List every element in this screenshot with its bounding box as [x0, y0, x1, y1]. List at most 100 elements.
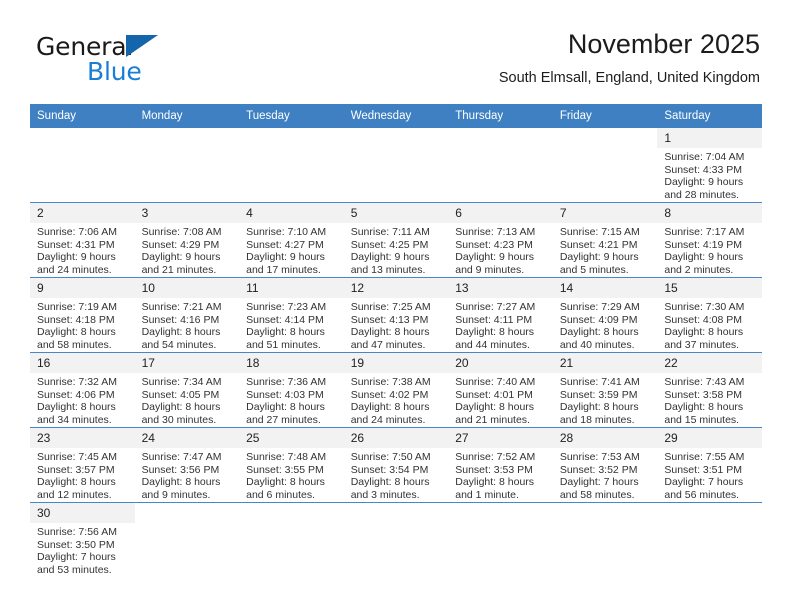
day-info-daylight2: and 15 minutes.	[664, 413, 740, 426]
day-info-sunrise: Sunrise: 7:32 AM	[37, 376, 117, 388]
day-info-sunset: Sunset: 4:01 PM	[455, 388, 533, 401]
day-cell-content: 12 Sunrise: 7:25 AM Sunset: 4:13 PM Dayligh…	[343, 278, 449, 352]
day-info-daylight1: Daylight: 7 hours	[559, 476, 639, 489]
day-sun-info: Sunrise: 7:52 AM Sunset: 3:53 PM Daylight:…	[448, 448, 553, 501]
day-info-daylight2: and 12 minutes.	[37, 488, 112, 501]
calendar-cell-empty	[343, 128, 449, 203]
calendar-day-cell[interactable]: 8 Sunrise: 7:17 AM Sunset: 4:19 PM Daylight…	[657, 202, 762, 278]
day-info-daylight2: and 30 minutes.	[141, 413, 217, 426]
day-cell-content: 7 Sunrise: 7:15 AM Sunset: 4:21 PM Daylight…	[552, 203, 658, 277]
day-info-daylight1: Daylight: 9 hours	[455, 251, 535, 264]
calendar-day-cell[interactable]: 13 Sunrise: 7:27 AM Sunset: 4:11 PM Dayligh…	[448, 277, 553, 353]
day-info-sunset: Sunset: 4:05 PM	[141, 388, 220, 401]
day-info-sunset: Sunset: 4:23 PM	[455, 238, 533, 251]
weekday-header-monday: Monday	[134, 104, 240, 128]
calendar-day-cell[interactable]: 28 Sunrise: 7:53 AM Sunset: 3:52 PM Dayligh…	[552, 427, 658, 503]
page-header: General Blue November 2025 South Elmsall…	[32, 28, 760, 96]
calendar-day-cell[interactable]: 14 Sunrise: 7:29 AM Sunset: 4:09 PM Dayligh…	[552, 277, 658, 353]
day-info-daylight2: and 58 minutes.	[559, 488, 635, 501]
day-info-daylight2: and 9 minutes.	[455, 263, 525, 276]
day-info-sunrise: Sunrise: 7:43 AM	[664, 376, 745, 388]
calendar-day-cell[interactable]: 22 Sunrise: 7:43 AM Sunset: 3:58 PM Dayligh…	[657, 352, 762, 428]
day-sun-info: Sunrise: 7:55 AM Sunset: 3:51 PM Daylight:…	[657, 448, 762, 501]
day-number: 22	[657, 353, 762, 373]
calendar-day-cell[interactable]: 20 Sunrise: 7:40 AM Sunset: 4:01 PM Dayligh…	[448, 352, 553, 428]
calendar-day-cell[interactable]: 9 Sunrise: 7:19 AM Sunset: 4:18 PM Daylight…	[30, 277, 135, 353]
day-sun-info: Sunrise: 7:04 AM Sunset: 4:33 PM Daylight:…	[657, 148, 762, 201]
calendar-day-cell[interactable]: 17 Sunrise: 7:34 AM Sunset: 4:05 PM Dayligh…	[134, 352, 240, 428]
day-info-sunrise: Sunrise: 7:15 AM	[559, 226, 640, 238]
day-sun-info: Sunrise: 7:40 AM Sunset: 4:01 PM Daylight:…	[448, 373, 553, 426]
calendar-cell-empty	[30, 128, 135, 203]
day-cell-content: 11 Sunrise: 7:23 AM Sunset: 4:14 PM Dayligh…	[239, 278, 344, 352]
calendar-day-cell[interactable]: 5 Sunrise: 7:11 AM Sunset: 4:25 PM Daylight…	[343, 202, 449, 278]
day-info-daylight1: Daylight: 8 hours	[37, 326, 116, 339]
calendar-cell-empty	[552, 128, 658, 203]
day-info-sunset: Sunset: 4:33 PM	[664, 163, 743, 176]
day-info-daylight2: and 37 minutes.	[664, 338, 740, 351]
day-number: 12	[343, 278, 449, 298]
calendar-cell-empty	[239, 128, 344, 203]
day-info-sunset: Sunset: 4:25 PM	[350, 238, 429, 251]
day-info-daylight1: Daylight: 8 hours	[664, 326, 744, 339]
day-sun-info: Sunrise: 7:23 AM Sunset: 4:14 PM Daylight:…	[239, 298, 344, 351]
calendar-day-cell[interactable]: 11 Sunrise: 7:23 AM Sunset: 4:14 PM Dayligh…	[239, 277, 344, 353]
calendar-day-cell[interactable]: 21 Sunrise: 7:41 AM Sunset: 3:59 PM Dayligh…	[552, 352, 658, 428]
day-number: 13	[448, 278, 553, 298]
calendar-day-cell[interactable]: 4 Sunrise: 7:10 AM Sunset: 4:27 PM Daylight…	[239, 202, 344, 278]
calendar-cell-empty	[239, 502, 344, 577]
day-info-daylight1: Daylight: 8 hours	[559, 401, 639, 414]
day-sun-info: Sunrise: 7:45 AM Sunset: 3:57 PM Daylight:…	[30, 448, 135, 501]
day-info-sunrise: Sunrise: 7:48 AM	[246, 451, 327, 463]
calendar-day-cell[interactable]: 18 Sunrise: 7:36 AM Sunset: 4:03 PM Dayligh…	[239, 352, 344, 428]
day-number: 8	[657, 203, 762, 223]
day-info-sunrise: Sunrise: 7:23 AM	[246, 301, 327, 313]
general-blue-logo: General Blue	[32, 32, 222, 90]
day-cell-content: 19 Sunrise: 7:38 AM Sunset: 4:02 PM Dayligh…	[343, 353, 449, 427]
day-sun-info: Sunrise: 7:48 AM Sunset: 3:55 PM Daylight:…	[239, 448, 344, 501]
day-cell-content: 16 Sunrise: 7:32 AM Sunset: 4:06 PM Dayligh…	[30, 353, 135, 427]
day-info-sunset: Sunset: 4:29 PM	[141, 238, 220, 251]
day-cell-content: 30 Sunrise: 7:56 AM Sunset: 3:50 PM Dayligh…	[30, 503, 135, 577]
day-info-daylight1: Daylight: 8 hours	[350, 326, 430, 339]
calendar-day-cell[interactable]: 1 Sunrise: 7:04 AM Sunset: 4:33 PM Daylight…	[657, 128, 762, 203]
day-info-daylight2: and 24 minutes.	[37, 263, 112, 276]
day-number: 24	[134, 428, 240, 448]
day-info-sunset: Sunset: 3:57 PM	[37, 463, 115, 476]
calendar-cell-empty	[448, 128, 553, 203]
calendar-day-cell[interactable]: 19 Sunrise: 7:38 AM Sunset: 4:02 PM Dayligh…	[343, 352, 449, 428]
day-info-sunset: Sunset: 4:27 PM	[246, 238, 324, 251]
calendar-day-cell[interactable]: 27 Sunrise: 7:52 AM Sunset: 3:53 PM Dayligh…	[448, 427, 553, 503]
calendar-day-cell[interactable]: 2 Sunrise: 7:06 AM Sunset: 4:31 PM Daylight…	[30, 202, 135, 278]
calendar-day-cell[interactable]: 12 Sunrise: 7:25 AM Sunset: 4:13 PM Dayligh…	[343, 277, 449, 353]
calendar-day-cell[interactable]: 25 Sunrise: 7:48 AM Sunset: 3:55 PM Dayligh…	[239, 427, 344, 503]
day-info-sunset: Sunset: 3:52 PM	[559, 463, 638, 476]
calendar-day-cell[interactable]: 24 Sunrise: 7:47 AM Sunset: 3:56 PM Dayligh…	[134, 427, 240, 503]
calendar-cell-empty	[343, 502, 449, 577]
calendar-day-cell[interactable]: 15 Sunrise: 7:30 AM Sunset: 4:08 PM Dayligh…	[657, 277, 762, 353]
day-info-daylight1: Daylight: 9 hours	[37, 251, 116, 264]
calendar-day-cell[interactable]: 30 Sunrise: 7:56 AM Sunset: 3:50 PM Dayligh…	[30, 503, 135, 578]
calendar-day-cell[interactable]: 6 Sunrise: 7:13 AM Sunset: 4:23 PM Daylight…	[448, 202, 553, 278]
calendar-day-cell[interactable]: 16 Sunrise: 7:32 AM Sunset: 4:06 PM Dayligh…	[30, 352, 135, 428]
calendar-day-cell[interactable]: 23 Sunrise: 7:45 AM Sunset: 3:57 PM Dayligh…	[30, 427, 135, 503]
calendar-week-row: 2 Sunrise: 7:06 AM Sunset: 4:31 PM Daylight…	[30, 202, 762, 278]
day-info-daylight1: Daylight: 9 hours	[141, 251, 221, 264]
calendar-cell-empty	[657, 502, 762, 577]
day-sun-info: Sunrise: 7:13 AM Sunset: 4:23 PM Daylight:…	[448, 223, 553, 276]
day-info-daylight1: Daylight: 8 hours	[664, 401, 744, 414]
calendar-day-cell[interactable]: 3 Sunrise: 7:08 AM Sunset: 4:29 PM Daylight…	[134, 202, 240, 278]
day-number: 27	[448, 428, 553, 448]
calendar-cell-empty	[134, 502, 240, 577]
weekday-header-sunday: Sunday	[30, 104, 135, 128]
calendar-day-cell[interactable]: 10 Sunrise: 7:21 AM Sunset: 4:16 PM Dayligh…	[134, 277, 240, 353]
calendar-day-cell[interactable]: 29 Sunrise: 7:55 AM Sunset: 3:51 PM Dayligh…	[657, 427, 762, 503]
day-sun-info: Sunrise: 7:38 AM Sunset: 4:02 PM Daylight:…	[344, 373, 449, 426]
calendar-day-cell[interactable]: 7 Sunrise: 7:15 AM Sunset: 4:21 PM Daylight…	[552, 202, 658, 278]
day-cell-content: 6 Sunrise: 7:13 AM Sunset: 4:23 PM Daylight…	[448, 203, 553, 277]
day-number: 18	[239, 353, 344, 373]
day-info-sunset: Sunset: 3:59 PM	[559, 388, 638, 401]
day-sun-info: Sunrise: 7:29 AM Sunset: 4:09 PM Daylight:…	[553, 298, 658, 351]
calendar-day-cell[interactable]: 26 Sunrise: 7:50 AM Sunset: 3:54 PM Dayligh…	[343, 427, 449, 503]
day-info-sunset: Sunset: 3:56 PM	[141, 463, 220, 476]
